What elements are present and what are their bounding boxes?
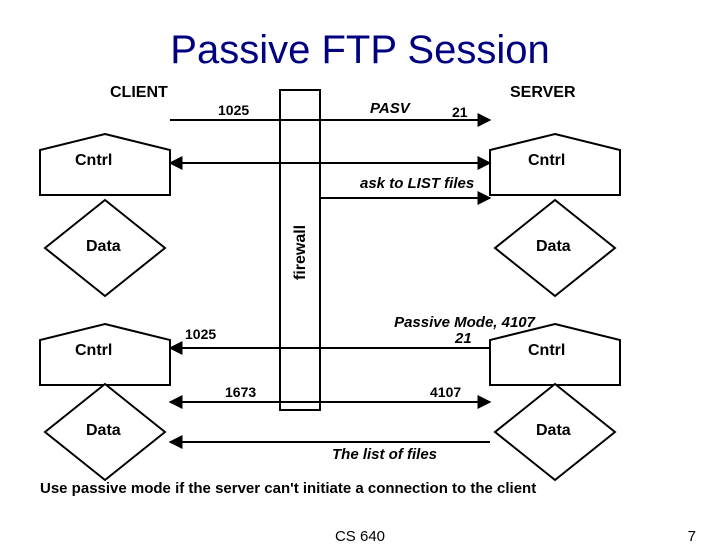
footer-course: CS 640 (335, 528, 385, 545)
server-cntrl-label-1: Cntrl (528, 152, 565, 170)
passive-mode-msg-l2: 21 (455, 330, 472, 347)
list-msg: The list of files (332, 446, 437, 463)
server-data-port: 4107 (430, 384, 461, 400)
client-cntrl-label-2: Cntrl (75, 342, 112, 360)
server-data-label-2: Data (536, 422, 571, 440)
slide: Passive FTP Session CLIENT SERVER (0, 0, 720, 540)
pasv-msg: PASV (370, 100, 410, 117)
server-cntrl-label-2: Cntrl (528, 342, 565, 360)
ask-msg: ask to LIST files (360, 176, 474, 193)
client-data-port: 1673 (225, 384, 256, 400)
server-ctrl-port-1: 21 (452, 104, 468, 120)
server-data-label-1: Data (536, 238, 571, 256)
client-cntrl-label-1: Cntrl (75, 152, 112, 170)
client-data-label-2: Data (86, 422, 121, 440)
client-data-label-1: Data (86, 238, 121, 256)
footer-page: 7 (688, 528, 696, 545)
passive-mode-msg-l1: Passive Mode, 4107 (335, 314, 535, 331)
client-ctrl-port-2: 1025 (185, 326, 216, 342)
slide-note: Use passive mode if the server can't ini… (40, 480, 536, 497)
firewall-label: firewall (292, 225, 310, 280)
client-ctrl-port-1: 1025 (218, 102, 249, 118)
